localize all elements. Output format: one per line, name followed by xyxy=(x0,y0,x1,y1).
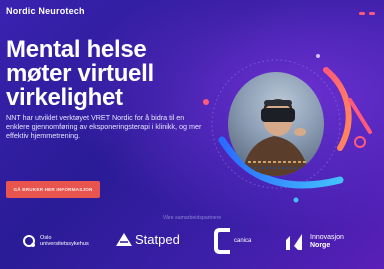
partner-canica[interactable]: canica xyxy=(214,228,251,254)
page: Nordic Neurotech Mental helse møter virt… xyxy=(0,0,384,269)
hero-artwork xyxy=(200,30,384,210)
statped-logo-icon xyxy=(116,233,132,246)
oslo-universitetssykehus-logo-icon xyxy=(23,235,35,247)
hero-title: Mental helse møter virtuell virkelighet xyxy=(6,38,176,110)
menu-dot-icon xyxy=(369,12,375,15)
hero-title-line: møter virtuell xyxy=(6,60,154,87)
canica-logo-icon xyxy=(214,228,230,254)
menu-button[interactable] xyxy=(359,12,375,15)
hero-description: NNT har utviklet verktøyet VRET Nordic f… xyxy=(6,113,202,140)
brand-logo[interactable]: Nordic Neurotech xyxy=(6,6,85,16)
partner-name: Innovasjon Norge xyxy=(310,234,344,249)
partner-name: canica xyxy=(234,238,252,244)
partner-innovasjon-norge[interactable]: Innovasjon Norge xyxy=(284,232,344,252)
innovasjon-norge-logo-icon xyxy=(286,234,302,250)
hero-title-line: virkelighet xyxy=(6,84,123,111)
cta-button[interactable]: GÅ BRUKER HER INFORMASJON xyxy=(6,181,100,198)
hero-title-line: Mental helse xyxy=(6,36,147,63)
partners-bar: Oslo universitetssykehus Statped canica xyxy=(0,228,384,264)
partner-name: Statped xyxy=(135,232,180,247)
vr-user-photo xyxy=(228,72,324,176)
partner-statped[interactable]: Statped xyxy=(116,232,180,247)
partner-oslo-universitetssykehus[interactable]: Oslo universitetssykehus xyxy=(22,234,89,248)
partner-name: Oslo universitetssykehus xyxy=(40,235,89,247)
menu-dot-icon xyxy=(359,12,365,15)
partners-label: Våre samarbeidspartnere xyxy=(162,215,222,221)
